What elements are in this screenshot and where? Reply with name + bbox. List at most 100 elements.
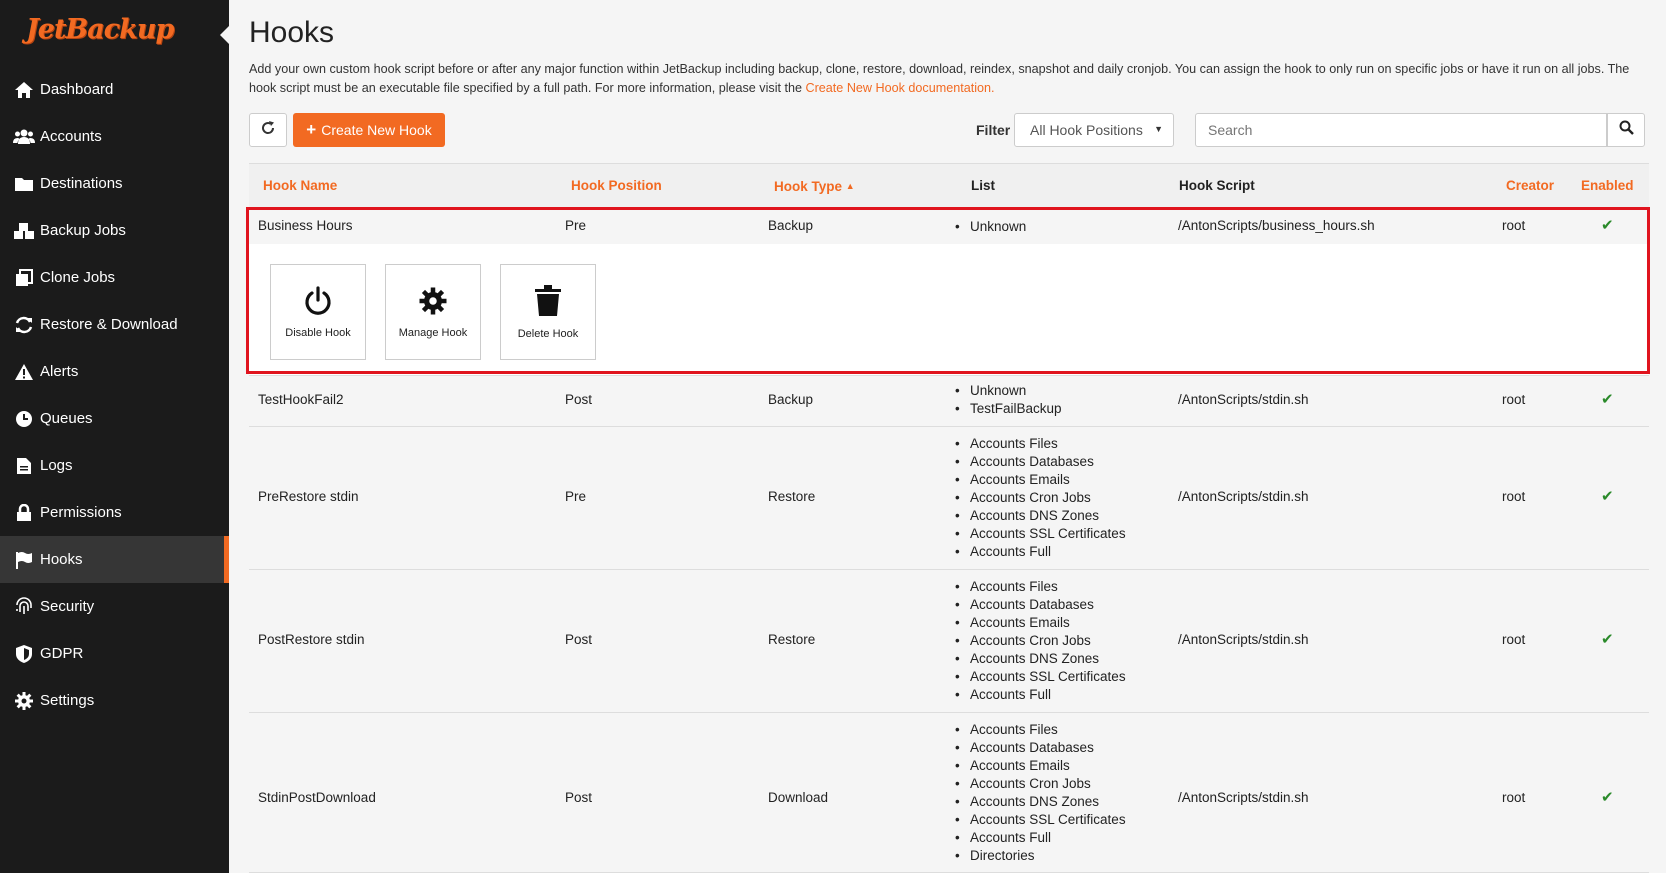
- sidebar-item-label: Alerts: [40, 363, 79, 380]
- sidebar-item-clone-jobs[interactable]: Clone Jobs: [0, 254, 229, 301]
- enabled-check-icon: ✔: [1601, 631, 1614, 648]
- list-item: Accounts Full: [955, 543, 1126, 561]
- create-button-label: Create New Hook: [321, 122, 432, 138]
- sidebar-item-label: Dashboard: [40, 81, 114, 98]
- sidebar: JetBackup Dashboard Accounts Destination…: [0, 0, 229, 873]
- sidebar-item-label: Hooks: [40, 551, 83, 568]
- refresh-icon: [13, 315, 35, 335]
- table-row[interactable]: PostRestore stdin Post Restore Accounts …: [249, 570, 1649, 713]
- hook-creator: root: [1502, 632, 1526, 647]
- gear-icon: [13, 691, 35, 711]
- filter-selected-value: All Hook Positions: [1030, 122, 1143, 138]
- hook-position: Pre: [565, 489, 587, 504]
- hook-position: Post: [565, 790, 593, 805]
- warning-icon: [13, 362, 35, 382]
- sidebar-item-backup-jobs[interactable]: Backup Jobs: [0, 207, 229, 254]
- hook-type: Backup: [768, 392, 814, 407]
- hook-position: Pre: [565, 218, 587, 233]
- list-item: Accounts SSL Certificates: [955, 668, 1126, 686]
- sidebar-item-label: Destinations: [40, 175, 123, 192]
- sidebar-nav: Dashboard Accounts Destinations Backup J…: [0, 66, 229, 724]
- list-item: Accounts SSL Certificates: [955, 811, 1126, 829]
- sidebar-item-settings[interactable]: Settings: [0, 677, 229, 724]
- list-item: Unknown: [955, 218, 1026, 236]
- hook-position-filter[interactable]: All Hook Positions ▼: [1014, 113, 1174, 147]
- caret-down-icon: ▼: [1154, 124, 1163, 134]
- sidebar-item-logs[interactable]: Logs: [0, 442, 229, 489]
- plus-icon: +: [306, 120, 317, 139]
- sidebar-item-label: Restore & Download: [40, 316, 178, 333]
- hook-script: /AntonScripts/business_hours.sh: [1178, 218, 1375, 233]
- header-list: List: [971, 178, 996, 193]
- hook-script: /AntonScripts/stdin.sh: [1178, 790, 1309, 805]
- search-button[interactable]: [1607, 113, 1645, 147]
- manage-hook-button[interactable]: Manage Hook: [385, 264, 481, 360]
- header-enabled[interactable]: Enabled: [1581, 164, 1634, 208]
- sidebar-item-restore-download[interactable]: Restore & Download: [0, 301, 229, 348]
- jetbackup-logo[interactable]: JetBackup: [26, 14, 206, 48]
- sidebar-item-destinations[interactable]: Destinations: [0, 160, 229, 207]
- flag-icon: [13, 550, 35, 570]
- sidebar-item-label: GDPR: [40, 645, 84, 662]
- header-hook-type-label: Hook Type: [774, 179, 843, 194]
- sidebar-item-gdpr[interactable]: GDPR: [0, 630, 229, 677]
- sidebar-item-hooks[interactable]: Hooks: [0, 536, 229, 583]
- create-new-hook-button[interactable]: + Create New Hook: [293, 113, 445, 147]
- list-item: Accounts DNS Zones: [955, 650, 1126, 668]
- list-item: Accounts DNS Zones: [955, 793, 1126, 811]
- hooks-table: Hook Name Hook Position Hook Type ▲ List…: [249, 163, 1649, 873]
- sidebar-notch: [220, 26, 229, 44]
- sort-asc-icon: ▲: [845, 181, 855, 191]
- sidebar-item-label: Accounts: [40, 128, 102, 145]
- trash-icon: [534, 284, 562, 320]
- delete-hook-button[interactable]: Delete Hook: [500, 264, 596, 360]
- hook-position: Post: [565, 392, 593, 407]
- list-item: Accounts Emails: [955, 757, 1126, 775]
- header-creator[interactable]: Creator: [1506, 164, 1554, 208]
- power-icon: [303, 285, 333, 319]
- list-item: Accounts Cron Jobs: [955, 489, 1126, 507]
- sidebar-item-security[interactable]: Security: [0, 583, 229, 630]
- sidebar-item-dashboard[interactable]: Dashboard: [0, 66, 229, 113]
- sidebar-item-alerts[interactable]: Alerts: [0, 348, 229, 395]
- documentation-link[interactable]: Create New Hook documentation.: [806, 81, 995, 95]
- search-input[interactable]: [1195, 113, 1607, 147]
- gear-icon: [418, 286, 448, 319]
- header-hook-name[interactable]: Hook Name: [263, 164, 337, 208]
- table-row[interactable]: StdinPostDownload Post Download Accounts…: [249, 713, 1649, 873]
- sidebar-item-label: Settings: [40, 692, 95, 709]
- filter-label: Filter: [976, 122, 1011, 138]
- header-hook-type[interactable]: Hook Type ▲: [774, 164, 855, 209]
- hook-list: Accounts Files Accounts Databases Accoun…: [955, 435, 1126, 561]
- disable-hook-button[interactable]: Disable Hook: [270, 264, 366, 360]
- users-icon: [13, 127, 35, 147]
- file-icon: [13, 456, 35, 476]
- hook-script: /AntonScripts/stdin.sh: [1178, 392, 1309, 407]
- sidebar-item-label: Queues: [40, 410, 93, 427]
- list-item: Accounts Databases: [955, 739, 1126, 757]
- refresh-icon: [261, 120, 275, 140]
- folder-icon: [13, 174, 35, 194]
- enabled-check-icon: ✔: [1601, 789, 1614, 806]
- sidebar-item-accounts[interactable]: Accounts: [0, 113, 229, 160]
- list-item: Accounts DNS Zones: [955, 507, 1126, 525]
- sidebar-item-label: Logs: [40, 457, 73, 474]
- copy-icon: [13, 268, 35, 288]
- lock-icon: [13, 503, 35, 523]
- header-hook-position[interactable]: Hook Position: [571, 164, 662, 208]
- sidebar-item-label: Clone Jobs: [40, 269, 116, 286]
- search-icon: [1619, 120, 1634, 140]
- table-row[interactable]: TestHookFail2 Post Backup Unknown TestFa…: [249, 376, 1649, 427]
- hook-list: Accounts Files Accounts Databases Accoun…: [955, 578, 1126, 704]
- sidebar-item-label: Security: [40, 598, 95, 615]
- sidebar-item-queues[interactable]: Queues: [0, 395, 229, 442]
- sidebar-item-label: Permissions: [40, 504, 122, 521]
- manage-hook-label: Manage Hook: [398, 326, 468, 339]
- sidebar-item-label: Backup Jobs: [40, 222, 126, 239]
- hook-creator: root: [1502, 392, 1526, 407]
- table-row[interactable]: Business Hours Pre Backup Unknown /Anton…: [249, 208, 1649, 244]
- refresh-button[interactable]: [249, 113, 287, 147]
- sidebar-item-permissions[interactable]: Permissions: [0, 489, 229, 536]
- hook-position: Post: [565, 632, 593, 647]
- table-row[interactable]: PreRestore stdin Pre Restore Accounts Fi…: [249, 427, 1649, 570]
